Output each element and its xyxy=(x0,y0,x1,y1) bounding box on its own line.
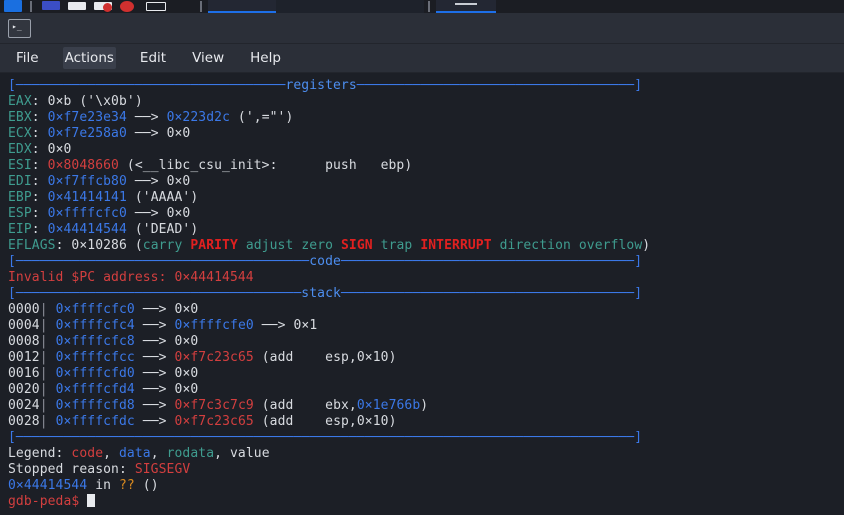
register-row-edi: EDI: 0×f7ffcb80 ──> 0×0 xyxy=(8,174,191,189)
app-icon-red-dot[interactable] xyxy=(90,0,116,13)
terminal-output[interactable]: [──────────────────────────────────regis… xyxy=(0,73,844,515)
menu-item-file[interactable]: File xyxy=(14,47,41,69)
text-cursor xyxy=(87,494,96,507)
prompt-label: gdb-peda$ xyxy=(8,494,80,509)
stack-row-0008: 0008| 0×ffffcfc8 ──> 0×0 xyxy=(8,334,199,349)
app-icon-blue[interactable] xyxy=(38,0,64,13)
stopped-reason-line: Stopped reason: SIGSEGV xyxy=(8,462,191,477)
registers-separator: [──────────────────────────────────regis… xyxy=(8,78,643,93)
browser-icon[interactable] xyxy=(0,0,26,13)
record-icon-red[interactable] xyxy=(116,0,142,13)
terminal-window: ▸_ File Actions Edit View Help [────────… xyxy=(0,13,844,515)
register-row-ebx: EBX: 0×f7e23e34 ──> 0×223d2c (',="') xyxy=(8,110,294,125)
stack-separator: [────────────────────────────────────sta… xyxy=(8,286,643,301)
taskbar-divider-1 xyxy=(30,1,32,12)
menu-item-view[interactable]: View xyxy=(190,47,226,69)
app-icon-outline[interactable] xyxy=(142,0,168,13)
menu-item-edit[interactable]: Edit xyxy=(138,47,168,69)
terminal-tabbar: ▸_ xyxy=(0,13,844,44)
stack-row-0016: 0016| 0×ffffcfd0 ──> 0×0 xyxy=(8,366,199,381)
taskbar-window-1[interactable] xyxy=(208,0,276,13)
register-row-ecx: ECX: 0×f7e258a0 ──> 0×0 xyxy=(8,126,191,141)
stack-row-0028: 0028| 0×ffffcfdc ──> 0×f7c23c65 (add esp… xyxy=(8,414,397,429)
legend-line: Legend: code, data, rodata, value xyxy=(8,446,270,461)
register-row-eflags: EFLAGS: 0×10286 (carry PARITY adjust zer… xyxy=(8,238,651,253)
register-row-ebp: EBP: 0×41414141 ('AAAA') xyxy=(8,190,199,205)
shell-prompt[interactable]: gdb-peda$ xyxy=(8,494,844,510)
menu-item-help[interactable]: Help xyxy=(248,47,283,69)
taskbar-divider-3 xyxy=(428,1,430,12)
stack-row-0020: 0020| 0×ffffcfd4 ──> 0×0 xyxy=(8,382,199,397)
register-row-esp: ESP: 0×ffffcfc0 ──> 0×0 xyxy=(8,206,191,221)
terminal-icon[interactable]: ▸_ xyxy=(8,18,31,38)
stack-row-0004: 0004| 0×ffffcfc4 ──> 0×ffffcfe0 ──> 0×1 xyxy=(8,318,318,333)
register-row-eax: EAX: 0×b ('\x0b') xyxy=(8,94,143,109)
register-row-edx: EDX: 0×0 xyxy=(8,142,72,157)
terminal-prompt-glyph: ▸_ xyxy=(12,21,22,31)
code-error-message: Invalid $PC address: 0×44414544 xyxy=(8,270,254,285)
stop-location-line: 0×44414544 in ?? () xyxy=(8,478,159,493)
taskbar-window-3[interactable] xyxy=(436,0,496,13)
stack-row-0012: 0012| 0×ffffcfcc ──> 0×f7c23c65 (add esp… xyxy=(8,350,397,365)
stack-row-0024: 0024| 0×ffffcfd8 ──> 0×f7c3c7c9 (add ebx… xyxy=(8,398,429,413)
taskbar-divider-2 xyxy=(200,1,202,12)
register-row-eip: EIP: 0×44414544 ('DEAD') xyxy=(8,222,199,237)
app-icon-white[interactable] xyxy=(64,0,90,13)
code-separator: [─────────────────────────────────────co… xyxy=(8,254,643,269)
stack-row-0000: 0000| 0×ffffcfc0 ──> 0×0 xyxy=(8,302,199,317)
menu-item-actions[interactable]: Actions xyxy=(62,47,116,69)
taskbar xyxy=(0,0,844,13)
menubar: File Actions Edit View Help xyxy=(0,44,844,73)
register-row-esi: ESI: 0×8048660 (<__libc_csu_init>: push … xyxy=(8,158,413,173)
bottom-separator: [───────────────────────────────────────… xyxy=(8,430,643,445)
taskbar-window-2[interactable] xyxy=(276,0,424,13)
